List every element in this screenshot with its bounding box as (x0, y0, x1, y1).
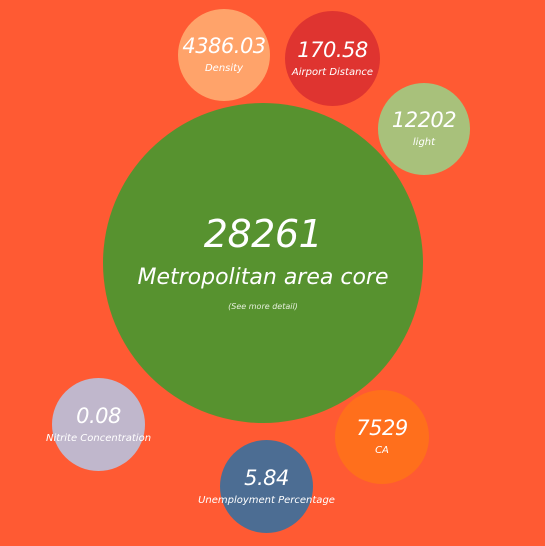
bubble-chart-canvas: 28261 Metropolitan area core (See more d… (0, 0, 545, 546)
bubble-value: 5.84 (244, 465, 289, 490)
bubble-value: 0.08 (76, 403, 121, 428)
bubble-value: 7529 (356, 416, 408, 440)
main-bubble[interactable]: 28261 Metropolitan area core (See more d… (103, 103, 423, 423)
bubble-light[interactable]: 12202 light (378, 83, 470, 175)
bubble-label: Density (204, 63, 244, 74)
bubble-label: CA (375, 445, 389, 456)
bubble-density[interactable]: 4386.03 Density (178, 9, 270, 101)
bubble-label: Nitrite Concentration (45, 432, 152, 444)
bubble-label: Unemployment Percentage (198, 494, 335, 506)
bubble-value: 170.58 (297, 37, 368, 62)
bubble-value: 12202 (391, 108, 457, 132)
bubble-airport-distance[interactable]: 170.58 Airport Distance (285, 11, 380, 106)
bubble-unemployment-percentage[interactable]: 5.84 Unemployment Percentage (198, 440, 335, 533)
see-more-detail-link[interactable]: (See more detail) (228, 302, 298, 311)
bubble-value: 4386.03 (182, 34, 266, 58)
bubble-label: light (412, 137, 436, 148)
bubble-ca[interactable]: 7529 CA (335, 390, 429, 484)
bubble-label: Airport Distance (291, 66, 374, 78)
main-label: Metropolitan area core (137, 265, 389, 290)
main-value: 28261 (203, 212, 323, 256)
bubble-nitrite-concentration[interactable]: 0.08 Nitrite Concentration (46, 378, 151, 471)
